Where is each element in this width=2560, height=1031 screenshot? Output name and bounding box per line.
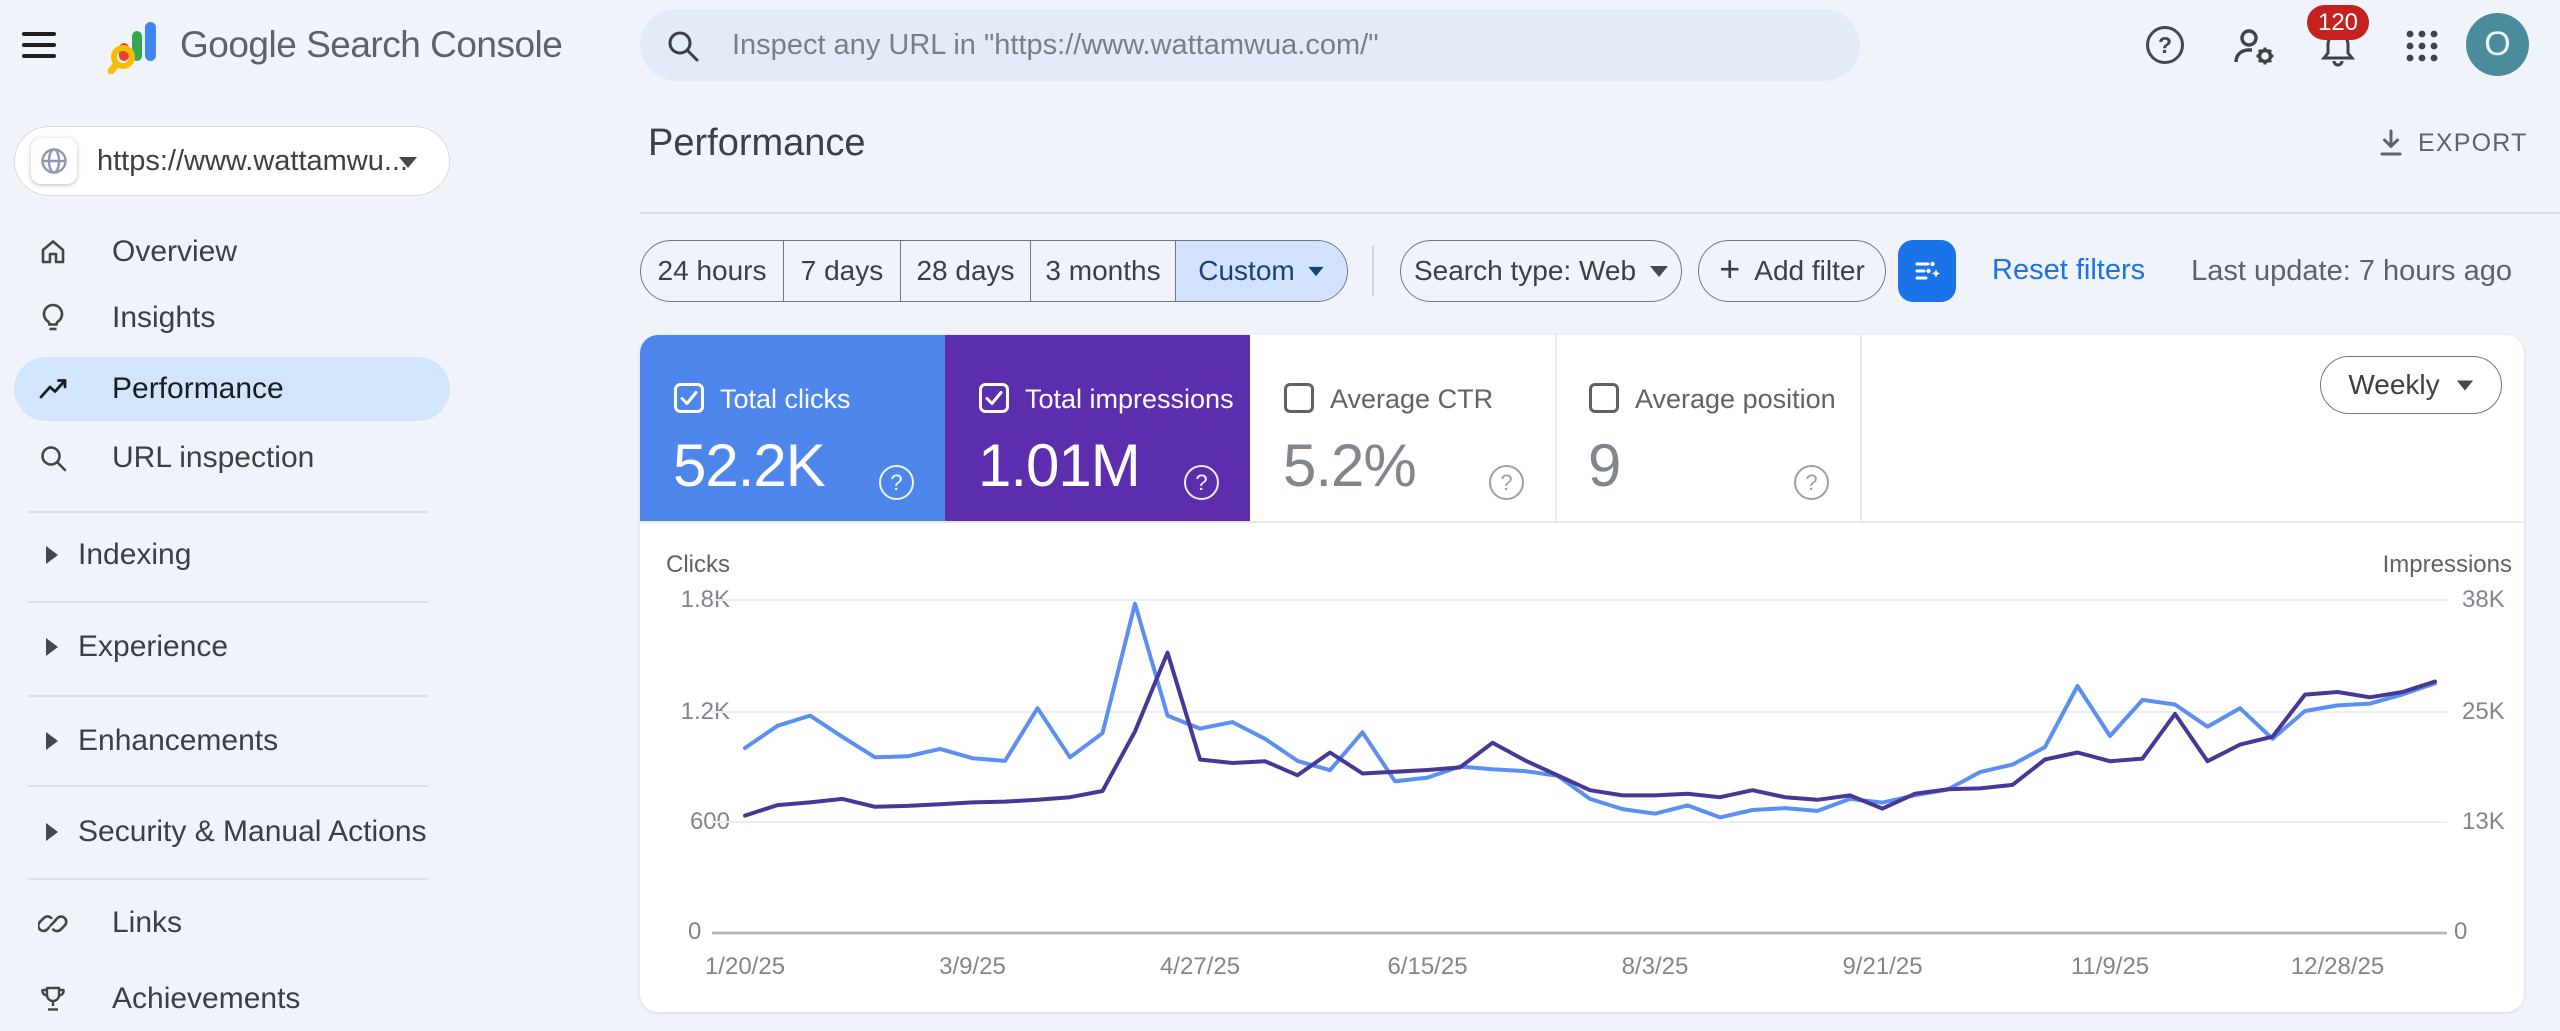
lightbulb-icon <box>42 303 64 331</box>
impressions-line-series <box>743 650 2437 818</box>
sidebar-item-label: URL inspection <box>112 441 315 474</box>
performance-trend-icon <box>39 379 67 399</box>
link-icon <box>38 915 68 933</box>
chevron-right-icon <box>46 823 58 841</box>
x-axis-labels: 1/20/25 3/9/25 4/27/25 6/15/25 8/3/25 9/21/25… <box>640 953 2524 987</box>
chevron-down-icon <box>1308 266 1324 276</box>
sidebar-item-achievements[interactable]: Achievements <box>0 967 464 1031</box>
url-inspection-search-bar[interactable] <box>640 9 1860 81</box>
add-filter-label: Add filter <box>1754 255 1865 286</box>
search-type-filter-chip[interactable]: Search type: Web <box>1400 240 1682 302</box>
property-url: https://www.wattamwu... <box>97 145 409 177</box>
x-axis-label: 4/27/25 <box>1159 953 1241 980</box>
filter-sparkle-icon <box>1915 261 1940 280</box>
sidebar-divider <box>28 601 428 603</box>
chevron-right-icon <box>46 732 58 750</box>
hamburger-menu-button[interactable] <box>22 23 66 67</box>
notification-count-badge: 120 <box>2307 5 2369 40</box>
performance-chart-card: Total clicks 52.2K ? Total impressions 1… <box>640 335 2524 1012</box>
sidebar-item-label: Insights <box>112 301 216 334</box>
range-custom-label: Custom <box>1198 255 1295 286</box>
range-7-days-button[interactable]: 7 days <box>783 241 900 301</box>
sidebar-item-label: Performance <box>112 372 284 405</box>
x-axis-label: 11/9/25 <box>2070 953 2150 980</box>
globe-icon <box>31 138 77 184</box>
chevron-right-icon <box>46 546 58 564</box>
sidebar-divider <box>28 695 428 697</box>
google-apps-grid-icon[interactable] <box>2402 26 2442 66</box>
user-settings-icon[interactable] <box>2232 26 2274 66</box>
sidebar-item-overview[interactable]: Overview <box>0 220 464 284</box>
search-input[interactable] <box>732 9 1832 81</box>
x-axis-label: 1/20/25 <box>704 953 786 980</box>
range-28-days-button[interactable]: 28 days <box>900 241 1030 301</box>
sidebar-item-links[interactable]: Links <box>0 891 464 955</box>
timeseries-chart[interactable] <box>640 335 2524 1012</box>
page-title: Performance <box>648 122 866 164</box>
export-button[interactable]: EXPORT <box>2376 128 2528 158</box>
sidebar-divider <box>28 785 428 787</box>
sidebar-section-indexing[interactable]: Indexing <box>0 523 464 587</box>
chevron-down-icon <box>399 157 417 168</box>
x-axis-label: 3/9/25 <box>939 953 1006 980</box>
sidebar-section-label: Enhancements <box>78 724 279 757</box>
add-filter-button[interactable]: + Add filter <box>1698 240 1886 302</box>
sidebar-item-label: Links <box>112 906 183 939</box>
sidebar-section-enhancements[interactable]: Enhancements <box>0 709 464 773</box>
plus-icon: + <box>1719 248 1741 289</box>
sidebar-item-label: Achievements <box>112 982 301 1015</box>
date-range-segmented-control: 24 hours 7 days 28 days 3 months Custom <box>640 240 1348 302</box>
last-update-text: Last update: 7 hours ago <box>2191 255 2512 287</box>
x-axis-label: 9/21/25 <box>1842 953 1923 980</box>
sidebar-section-label: Indexing <box>78 538 192 571</box>
chevron-down-icon <box>1650 265 1669 277</box>
filterbar-divider <box>1372 246 1374 296</box>
sidebar-section-label: Security & Manual Actions <box>78 815 427 848</box>
help-glyph: ? <box>2157 31 2173 58</box>
download-icon <box>2380 129 2402 156</box>
avatar[interactable]: O <box>2466 13 2529 76</box>
range-24-hours-button[interactable]: 24 hours <box>641 241 783 301</box>
sidebar-item-insights[interactable]: Insights <box>0 286 464 350</box>
reset-filters-link[interactable]: Reset filters <box>1992 254 2145 287</box>
help-icon[interactable]: ? <box>2146 26 2184 64</box>
filter-settings-button[interactable] <box>1898 240 1956 302</box>
gsc-performance-page: { "topbar": { "product_name": "Google Se… <box>0 0 2560 1026</box>
search-type-label: Search type: Web <box>1413 255 1637 286</box>
sidebar-divider <box>28 511 428 513</box>
sidebar-item-performance[interactable]: Performance <box>14 357 450 421</box>
home-icon <box>41 240 65 264</box>
range-custom-button[interactable]: Custom <box>1175 241 1347 301</box>
sidebar-section-experience[interactable]: Experience <box>0 615 464 679</box>
sidebar-item-label: Overview <box>112 235 238 268</box>
sidebar-section-security-manual-actions[interactable]: Security & Manual Actions <box>0 800 464 864</box>
x-axis-label: 12/28/25 <box>2290 953 2385 980</box>
range-3-months-button[interactable]: 3 months <box>1030 241 1175 301</box>
search-console-logo-icon <box>107 16 166 79</box>
search-icon <box>668 31 699 62</box>
property-selector[interactable]: https://www.wattamwu... <box>14 126 450 196</box>
x-axis-label: 6/15/25 <box>1387 953 1468 980</box>
trophy-icon <box>41 986 65 1011</box>
export-label: EXPORT <box>2418 128 2528 157</box>
header-divider <box>640 212 2560 214</box>
product-name: Google Search Console <box>180 24 563 65</box>
chevron-right-icon <box>46 638 58 656</box>
magnifier-icon <box>41 446 67 472</box>
avatar-letter: O <box>2484 25 2511 63</box>
sidebar-section-label: Experience <box>78 630 229 663</box>
x-axis-label: 8/3/25 <box>1621 953 1689 980</box>
sidebar-item-url-inspection[interactable]: URL inspection <box>0 426 464 490</box>
clicks-line-series <box>743 601 2437 820</box>
sidebar-divider <box>28 878 428 880</box>
